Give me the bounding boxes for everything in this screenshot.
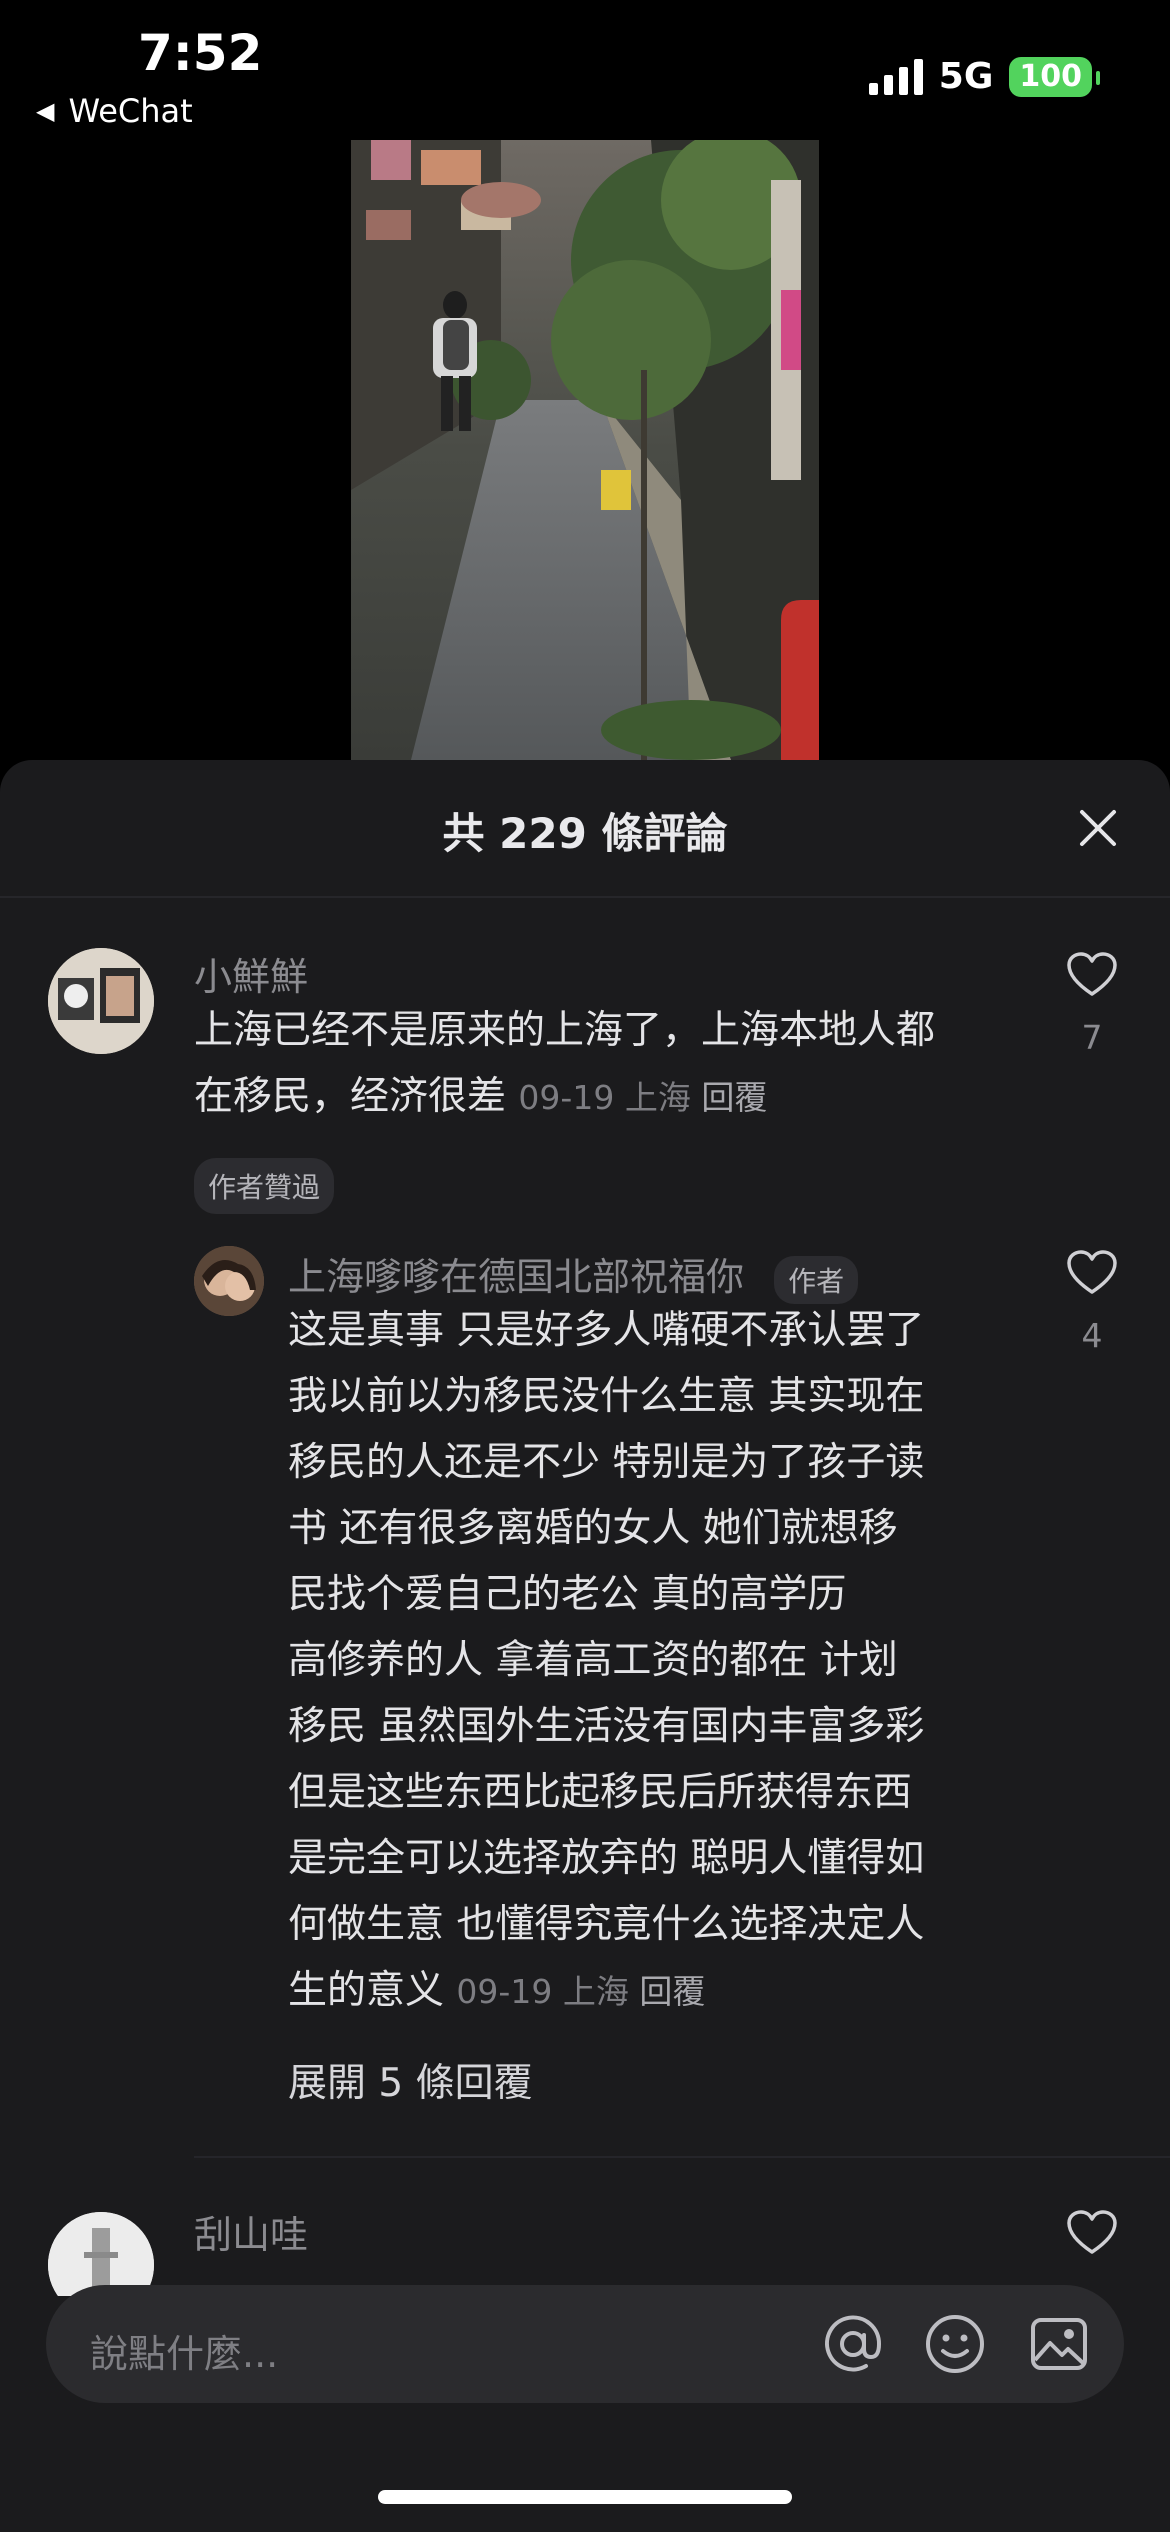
video-player[interactable] — [351, 140, 819, 760]
reply-text-line: 高修养的人 拿着高工资的都在 计划 — [288, 1638, 898, 1683]
close-icon[interactable] — [1072, 802, 1124, 854]
avatar-image — [48, 2212, 154, 2296]
reply-text-line: 移民的人还是不少 特别是为了孩子读 — [288, 1440, 925, 1485]
reply-text-line: 书 还有很多离婚的女人 她们就想移 — [288, 1506, 898, 1551]
comment-username[interactable]: 刮山哇 — [194, 2204, 308, 2259]
reply-text-line: 生的意义 — [288, 1968, 445, 2013]
avatar-image — [194, 1246, 264, 1316]
back-to-app-link[interactable]: ◀ WeChat — [36, 92, 193, 130]
comments-sheet: 共 229 條評論 小鮮鮮 上海已经不是原来的上海了，上海本地人都 在移民，经济… — [0, 760, 1170, 2532]
back-app-label: WeChat — [68, 92, 193, 130]
next-comment-clip: 刮山哇 — [0, 2200, 1170, 2296]
status-indicators: 5G 100 — [868, 56, 1100, 97]
screen: 7:52 ◀ WeChat 5G 100 共 229 條評論 小鮮鮮 上海已经不… — [0, 0, 1170, 2532]
comment-input-placeholder[interactable]: 說點什麼... — [90, 2323, 278, 2378]
comment-username[interactable]: 小鮮鮮 — [194, 946, 308, 1001]
reply-username-row: 上海嗲嗲在德国北部祝福你 作者 — [288, 1246, 859, 1304]
comment-text-line: 在移民，经济很差 — [194, 1074, 507, 1119]
video-frame-image — [351, 140, 819, 760]
like-count: 4 — [1081, 1316, 1103, 1355]
home-indicator[interactable] — [378, 2490, 792, 2504]
comment-meta: 09-19 上海 回覆 — [518, 1078, 767, 1117]
reply-text-line: 移民 虽然国外生活没有国内丰富多彩 — [288, 1704, 925, 1749]
heart-icon[interactable] — [1066, 2210, 1118, 2256]
avatar[interactable] — [48, 948, 154, 1054]
author-liked-badge: 作者贊過 — [194, 1158, 335, 1214]
comments-count-title: 共 229 條評論 — [442, 809, 728, 858]
reply-text-line: 何做生意 也懂得究竟什么选择决定人 — [288, 1902, 925, 1947]
reply-text-line: 是完全可以选择放弃的 聪明人懂得如 — [288, 1836, 925, 1881]
mention-icon[interactable] — [822, 2313, 884, 2375]
reply-text-line: 民找个爱自己的老公 真的高学历 — [288, 1572, 847, 1617]
comment-date: 09-19 — [518, 1078, 615, 1117]
heart-icon[interactable] — [1066, 952, 1118, 998]
reply-link[interactable]: 回覆 — [639, 1972, 705, 2011]
image-icon[interactable] — [1028, 2313, 1090, 2375]
status-time: 7:52 — [138, 24, 263, 82]
comment-text-line-with-meta: 在移民，经济很差 09-19 上海 回覆 — [194, 1064, 767, 1131]
comment-text-line: 上海已经不是原来的上海了，上海本地人都 — [194, 1008, 936, 1053]
avatar[interactable] — [48, 2212, 154, 2296]
emoji-icon[interactable] — [924, 2313, 986, 2375]
reply-link[interactable]: 回覆 — [701, 1078, 767, 1117]
comment-input-bar[interactable]: 說點什麼... — [46, 2285, 1124, 2403]
reply-text-line: 我以前以为移民没什么生意 其实现在 — [288, 1374, 925, 1419]
back-triangle-icon: ◀ — [36, 97, 55, 125]
reply-text-line-with-meta: 生的意义 09-19 上海 回覆 — [288, 1958, 705, 2025]
network-type: 5G — [938, 56, 994, 97]
header-divider — [0, 896, 1170, 898]
reply-text-line: 但是这些东西比起移民后所获得东西 — [288, 1770, 913, 1815]
reply-text-line: 这是真事 只是好多人嘴硬不承认罢了 — [288, 1308, 925, 1353]
heart-icon[interactable] — [1066, 1250, 1118, 1296]
avatar-image — [48, 948, 154, 1054]
reply-meta: 09-19 上海 回覆 — [456, 1972, 705, 2011]
reply-date: 09-19 — [456, 1972, 553, 2011]
author-badge: 作者 — [774, 1255, 859, 1304]
reply-location: 上海 — [562, 1972, 629, 2011]
reply-avatar[interactable] — [194, 1246, 264, 1316]
cellular-signal-icon — [868, 58, 923, 95]
expand-replies-button[interactable]: 展開 5 條回覆 — [288, 2052, 533, 2108]
battery-indicator: 100 — [1009, 56, 1100, 97]
comment-location: 上海 — [624, 1078, 691, 1117]
like-count: 7 — [1081, 1018, 1103, 1057]
comment-divider — [194, 2156, 1170, 2158]
reply-username[interactable]: 上海嗲嗲在德国北部祝福你 — [288, 1255, 744, 1299]
